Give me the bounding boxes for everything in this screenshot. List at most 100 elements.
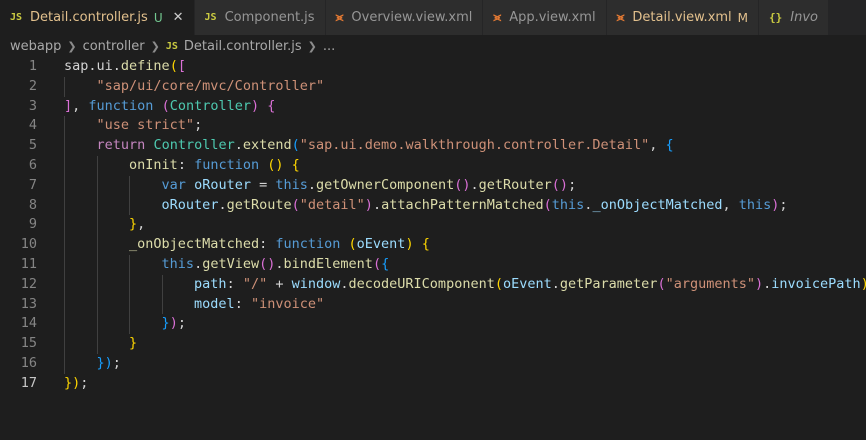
- breadcrumb-webapp[interactable]: webapp: [10, 39, 61, 54]
- code-token: ): [405, 236, 414, 253]
- code-line[interactable]: 10 _onObjectMatched: function (oEvent) {: [0, 235, 866, 255]
- code-text: oRouter.getRoute("detail").attachPattern…: [64, 196, 788, 216]
- code-line[interactable]: 5 return Controller.extend("sap.ui.demo.…: [0, 136, 866, 156]
- code-token: sap.ui.: [64, 58, 121, 74]
- code-token: ;: [80, 374, 89, 391]
- code-token: ;: [779, 196, 788, 213]
- code-token: ): [251, 97, 260, 114]
- code-line[interactable]: 17});: [0, 374, 866, 394]
- code-line[interactable]: 14 });: [0, 314, 866, 335]
- code-token: ;: [177, 315, 186, 332]
- code-line[interactable]: 11 this.getView().bindElement({: [0, 254, 866, 275]
- breadcrumb-controller[interactable]: controller: [83, 39, 145, 54]
- code-token: :: [177, 156, 195, 173]
- code-token: getOwnerComponent: [316, 176, 455, 193]
- code-token: }: [129, 335, 138, 352]
- code-token: ;: [568, 176, 577, 193]
- rss-xml-file-icon: ⪤: [335, 10, 344, 24]
- code-token: (: [372, 255, 382, 272]
- js-file-icon: JS: [10, 12, 23, 23]
- code-token: .: [234, 137, 243, 154]
- code-line[interactable]: 3], function (Controller) {: [0, 97, 866, 117]
- code-line[interactable]: 1 sap.ui.define([: [0, 57, 866, 77]
- tab-label: Invo: [790, 10, 819, 25]
- code-text: }: [64, 334, 137, 354]
- code-token: {: [381, 255, 390, 272]
- line-number: 1: [28, 58, 37, 74]
- code-line[interactable]: 15 }: [0, 334, 866, 354]
- code-token: invoicePath: [771, 275, 861, 292]
- code-token: _onObjectMatched: [129, 236, 260, 253]
- tab-detail-view-xml[interactable]: ⪤ Detail.view.xml M: [606, 0, 760, 35]
- code-text: this.getView().bindElement({: [64, 255, 390, 275]
- line-number: 5: [28, 137, 37, 154]
- code-line[interactable]: 9 },: [0, 215, 866, 236]
- code-line[interactable]: 7 var oRouter = this.getOwnerComponent()…: [0, 175, 866, 196]
- rss-xml-file-icon: ⪤: [616, 10, 625, 24]
- code-line[interactable]: 6 onInit: function () {: [0, 155, 866, 176]
- code-token: ,: [649, 137, 666, 154]
- tab-label: Detail.controller.js: [30, 10, 148, 25]
- code-token: {: [267, 97, 276, 114]
- close-icon[interactable]: ✕: [173, 10, 184, 25]
- breadcrumb-file[interactable]: Detail.controller.js: [184, 39, 302, 54]
- code-token: ): [861, 276, 866, 292]
- line-number: 9: [28, 216, 37, 233]
- code-token: }: [129, 216, 138, 233]
- code-token: window: [291, 275, 341, 292]
- line-number: 8: [28, 196, 37, 213]
- code-token: }: [64, 374, 73, 391]
- code-token: (: [348, 236, 357, 253]
- tab-detail-controller-js[interactable]: JS Detail.controller.js U ✕: [0, 0, 195, 35]
- code-token: .: [194, 255, 203, 272]
- code-editor[interactable]: 1 sap.ui.define([2 "sap/ui/core/mvc/Contr…: [0, 57, 866, 440]
- code-token: _onObjectMatched: [592, 196, 723, 213]
- rss-xml-file-icon: ⪤: [493, 10, 502, 24]
- tab-component-js[interactable]: JS Component.js: [194, 0, 326, 35]
- tab-label: App.view.xml: [509, 10, 596, 25]
- chevron-right-icon: ❯: [307, 39, 317, 53]
- code-token: oRouter: [194, 176, 251, 193]
- code-line[interactable]: 12 path: "/" + window.decodeURIComponent…: [0, 274, 866, 295]
- code-token: decodeURIComponent: [348, 275, 495, 292]
- code-text: });: [64, 314, 186, 334]
- code-text: },: [64, 215, 145, 235]
- tab-invoices-json[interactable]: {} Invo: [759, 0, 830, 35]
- code-token: onInit: [129, 156, 178, 173]
- code-line[interactable]: 8 oRouter.getRoute("detail").attachPatte…: [0, 195, 866, 216]
- code-token: +: [267, 275, 292, 292]
- code-token: Controller: [153, 137, 235, 154]
- code-token: ): [559, 176, 569, 193]
- code-line[interactable]: 13 model: "invoice": [0, 294, 866, 315]
- line-number: 13: [20, 295, 37, 312]
- code-line[interactable]: 4 "use strict";: [0, 116, 866, 137]
- code-token: (: [551, 176, 560, 193]
- code-text: _onObjectMatched: function (oEvent) {: [64, 235, 430, 255]
- code-token: (: [169, 58, 178, 74]
- code-text: sap.ui.define([: [64, 57, 186, 77]
- line-number: 16: [20, 354, 37, 371]
- code-token: .: [372, 196, 382, 213]
- tab-bar: JS Detail.controller.js U ✕ JS Component…: [0, 0, 866, 35]
- code-text: "sap/ui/core/mvc/Controller": [64, 77, 325, 97]
- code-token: ): [169, 315, 178, 332]
- code-token: var: [161, 176, 186, 193]
- code-token: extend: [242, 137, 292, 154]
- code-line[interactable]: 16 });: [0, 353, 866, 374]
- code-token: "detail": [299, 196, 365, 213]
- code-token: this: [551, 196, 585, 213]
- code-token: path: [194, 275, 227, 292]
- tab-overview-view-xml[interactable]: ⪤ Overview.view.xml: [325, 0, 484, 35]
- breadcrumb-symbols[interactable]: ...: [323, 39, 335, 54]
- tab-app-view-xml[interactable]: ⪤ App.view.xml: [483, 0, 607, 35]
- code-token: attachPatternMatched: [381, 196, 544, 213]
- code-line[interactable]: 2 "sap/ui/core/mvc/Controller": [0, 76, 866, 97]
- code-token: :: [259, 236, 276, 253]
- code-text: return Controller.extend("sap.ui.demo.wa…: [64, 136, 674, 156]
